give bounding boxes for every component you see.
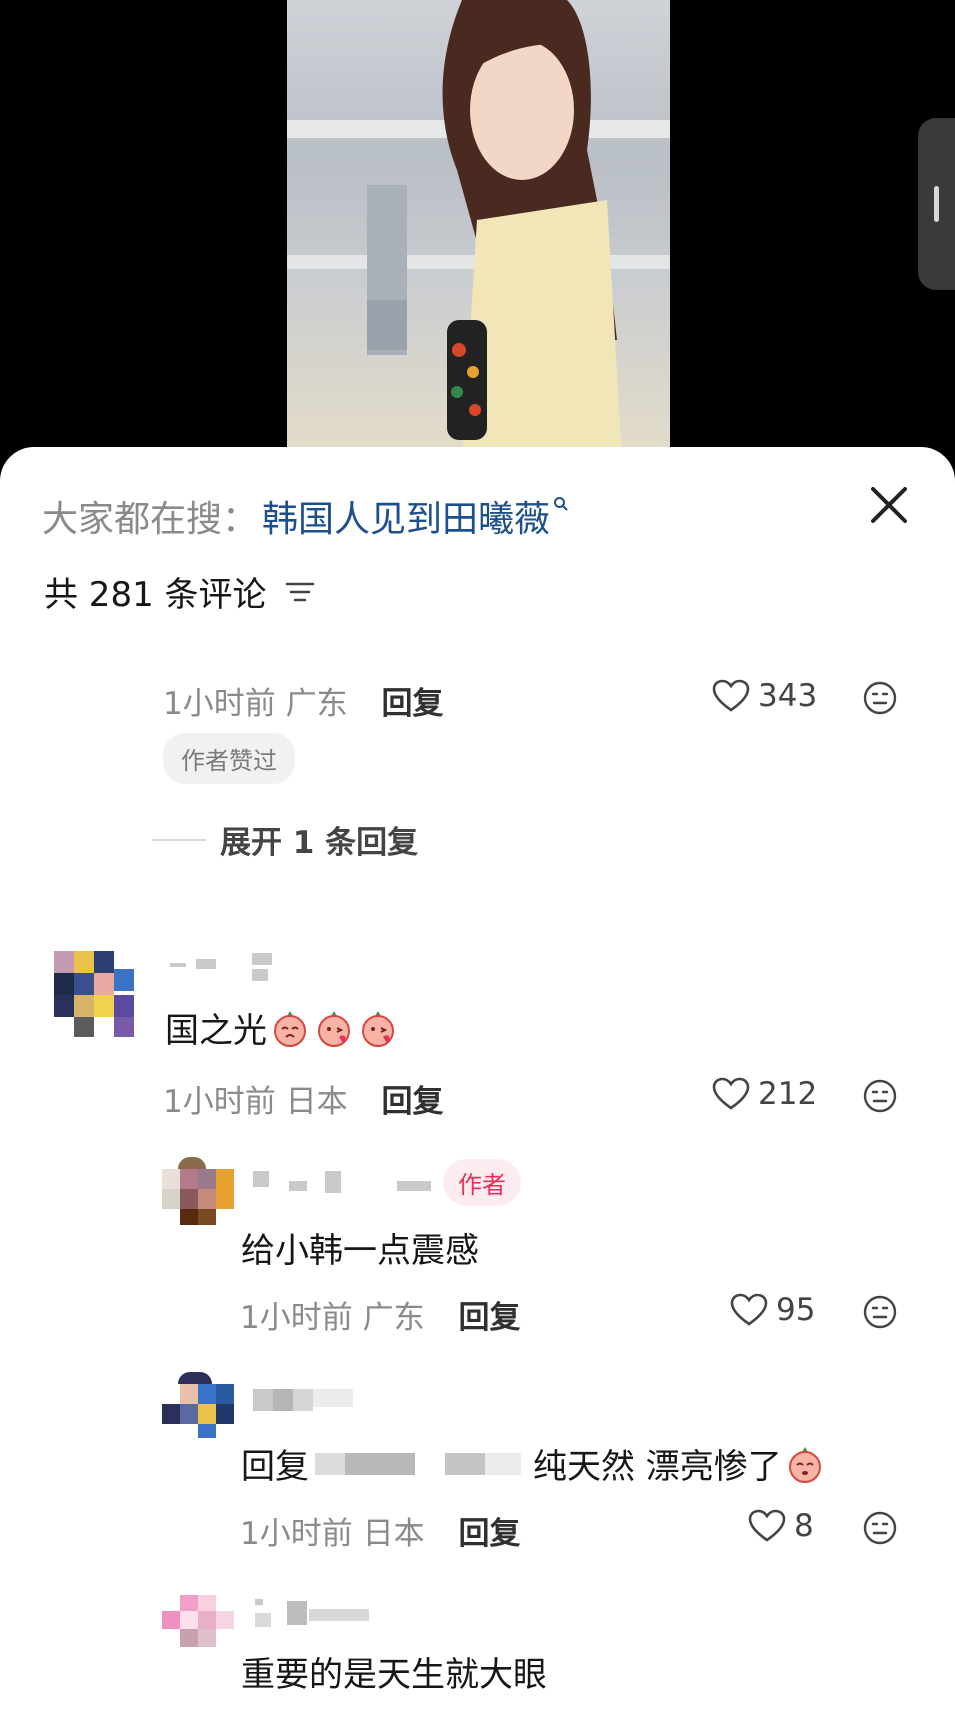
heart-icon <box>730 1293 768 1326</box>
hot-search-row[interactable]: 大家都在搜： 韩国人见到田曦薇 <box>42 491 569 541</box>
video-player[interactable] <box>0 0 955 460</box>
reply-button[interactable]: 回复 <box>381 686 443 722</box>
comment-body: 重要的是天生就大眼 <box>241 1655 547 1695</box>
username-redacted[interactable] <box>251 1167 436 1197</box>
peach-emoji-icon <box>788 1446 821 1483</box>
avatar[interactable] <box>162 1372 234 1440</box>
comment-meta: 1小时前 日本 回复 <box>163 1076 443 1121</box>
heart-icon <box>712 679 750 712</box>
video-thumbnail <box>287 0 670 460</box>
comment-count: 共 281 条评论 <box>44 575 267 615</box>
reply-prefix: 回复 <box>241 1447 309 1487</box>
peach-emoji-icon <box>274 1010 306 1047</box>
comment-location: 日本 <box>362 1516 425 1552</box>
avatar[interactable] <box>162 1157 234 1225</box>
redacted-mention[interactable] <box>315 1452 521 1475</box>
username-redacted[interactable] <box>251 1385 361 1415</box>
comment-time: 1小时前 <box>240 1516 353 1552</box>
comment-body: 给小韩一点震感 <box>241 1231 479 1271</box>
reply-button[interactable]: 回复 <box>381 1084 443 1120</box>
comment-text: 国之光 <box>165 1003 399 1052</box>
heart-icon <box>712 1077 750 1110</box>
username-redacted[interactable] <box>251 1599 381 1629</box>
like-button[interactable]: 212 <box>712 1076 817 1112</box>
comment-time: 1小时前 <box>240 1300 353 1336</box>
comment-text: 回复 纯天然 漂亮惨了 <box>241 1439 826 1488</box>
like-count: 8 <box>794 1508 814 1544</box>
search-icon <box>554 497 568 511</box>
comment-meta: 1小时前 广东 回复 <box>240 1292 520 1337</box>
author-badge: 作者 <box>443 1159 521 1206</box>
avatar[interactable] <box>162 1595 234 1655</box>
reply-button[interactable]: 回复 <box>458 1516 520 1552</box>
expand-replies-label: 展开 1 条回复 <box>220 825 419 861</box>
comment-text: 重要的是天生就大眼 <box>241 1647 547 1696</box>
comment-location: 广东 <box>285 686 348 722</box>
like-count: 212 <box>758 1076 818 1112</box>
emoji-reaction-icon[interactable] <box>862 1510 898 1546</box>
comment-time: 1小时前 <box>163 686 276 722</box>
like-button[interactable]: 8 <box>748 1508 814 1544</box>
comment-location: 日本 <box>285 1084 348 1120</box>
hot-search-term[interactable]: 韩国人见到田曦薇 <box>262 490 550 542</box>
filter-icon[interactable] <box>285 579 315 605</box>
expand-replies-button[interactable]: 展开 1 条回复 <box>152 817 418 862</box>
peach-emoji-icon <box>318 1010 350 1047</box>
like-count: 343 <box>758 678 818 714</box>
comment-meta: 1小时前 广东 回复 <box>163 678 443 723</box>
emoji-reaction-icon[interactable] <box>862 680 898 716</box>
like-count: 95 <box>776 1292 816 1328</box>
comment-text: 给小韩一点震感 <box>241 1223 479 1272</box>
comments-sheet: 大家都在搜： 韩国人见到田曦薇 共 281 条评论 1小时前 广东 回复 343 <box>0 447 955 1724</box>
reply-button[interactable]: 回复 <box>458 1300 520 1336</box>
divider-line <box>152 838 206 841</box>
comment-count-row: 共 281 条评论 <box>44 567 315 616</box>
close-icon[interactable] <box>867 483 911 527</box>
comment-body: 纯天然 漂亮惨了 <box>533 1447 782 1487</box>
username-redacted[interactable] <box>166 953 296 983</box>
emoji-reaction-icon[interactable] <box>862 1078 898 1114</box>
video-image <box>287 0 670 460</box>
comment-meta: 1小时前 日本 回复 <box>240 1508 520 1553</box>
comment-body: 国之光 <box>165 1011 267 1051</box>
hot-search-prefix: 大家都在搜： <box>42 499 259 540</box>
author-liked-badge: 作者赞过 <box>163 733 295 784</box>
like-button[interactable]: 95 <box>730 1292 815 1328</box>
peach-emoji-icon <box>362 1010 394 1047</box>
heart-icon <box>748 1509 786 1542</box>
avatar[interactable] <box>50 941 142 1041</box>
comment-location: 广东 <box>362 1300 425 1336</box>
like-button[interactable]: 343 <box>712 678 817 714</box>
emoji-reaction-icon[interactable] <box>862 1294 898 1330</box>
side-drag-handle[interactable] <box>918 118 955 290</box>
comment-time: 1小时前 <box>163 1084 276 1120</box>
